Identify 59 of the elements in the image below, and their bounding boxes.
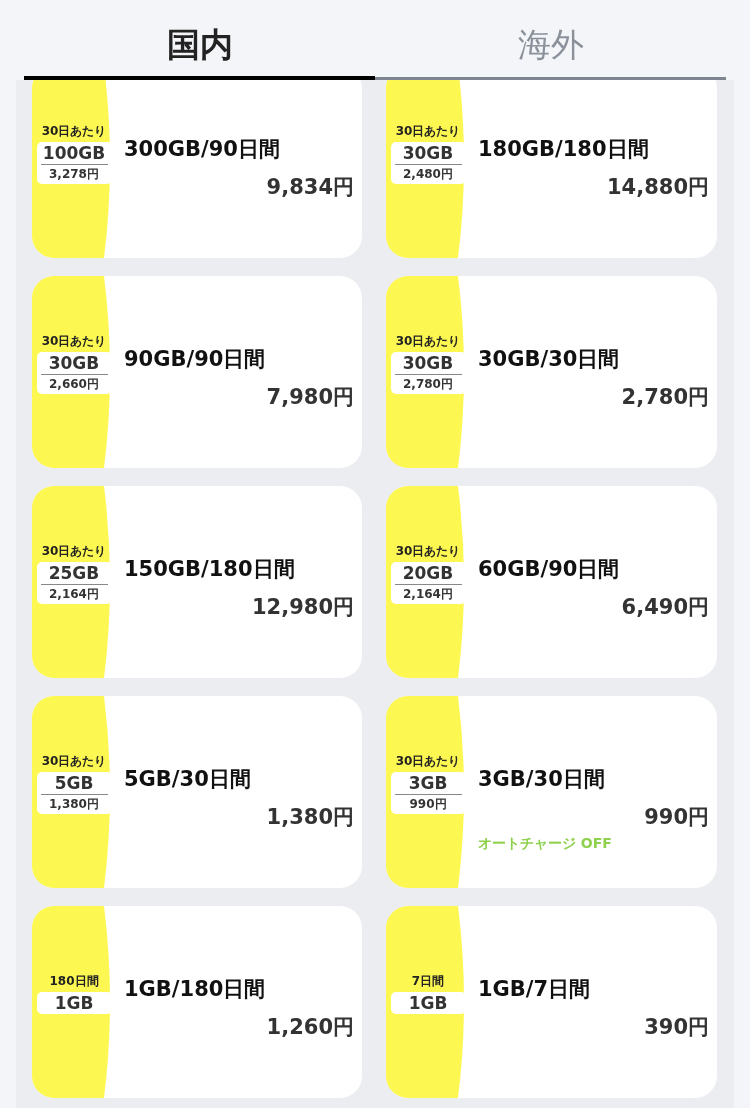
unit-price: 2,164円 [394, 583, 462, 603]
period-label: 30日あたり [41, 543, 107, 561]
unit-price: 2,660円 [40, 373, 108, 393]
period-label: 30日あたり [41, 753, 107, 771]
unit-price: 2,164円 [40, 583, 108, 603]
plan-price: 2,780円 [620, 383, 709, 411]
data-amount: 1GB [407, 992, 449, 1014]
plan-card[interactable]: 30日あたり 25GB 2,164円 150GB/180日間 12,980円 [32, 486, 362, 678]
data-amount: 30GB [401, 143, 455, 164]
period-label: 7日間 [411, 972, 445, 990]
plan-title: 5GB/30日間 [124, 766, 252, 793]
plan-card[interactable]: 30日あたり 30GB 2,660円 90GB/90日間 7,980円 [32, 276, 362, 468]
plan-title: 1GB/180日間 [124, 976, 267, 1003]
period-label: 30日あたり [41, 123, 107, 141]
data-amount: 3GB [407, 773, 449, 794]
plan-title: 150GB/180日間 [124, 556, 296, 583]
plan-card[interactable]: 7日間 1GB 1GB/7日間 390円 [386, 906, 717, 1098]
plan-title: 1GB/7日間 [478, 976, 592, 1003]
data-amount: 100GB [41, 143, 107, 164]
plan-price: 1,380円 [265, 803, 354, 831]
plan-title: 3GB/30日間 [478, 766, 606, 793]
plan-card[interactable]: 30日あたり 5GB 1,380円 5GB/30日間 1,380円 [32, 696, 362, 888]
plan-price: 9,834円 [265, 173, 354, 201]
plan-title: 60GB/90日間 [478, 556, 621, 583]
plan-title: 300GB/90日間 [124, 136, 281, 163]
plan-title: 30GB/30日間 [478, 346, 621, 373]
plan-price: 14,880円 [605, 173, 709, 201]
plan-price: 1,260円 [265, 1013, 354, 1041]
period-label: 30日あたり [395, 753, 461, 771]
plan-card[interactable]: 30日あたり 20GB 2,164円 60GB/90日間 6,490円 [386, 486, 717, 678]
data-amount: 20GB [401, 563, 455, 584]
data-amount: 30GB [401, 353, 455, 374]
period-label: 30日あたり [41, 333, 107, 351]
period-label: 30日あたり [395, 123, 461, 141]
plan-price: 390円 [643, 1013, 709, 1041]
plan-card[interactable]: 30日あたり 3GB 990円 3GB/30日間 990円 オートチャージ OFF [386, 696, 717, 888]
period-label: 30日あたり [395, 543, 461, 561]
plan-price: 990円 [643, 803, 709, 831]
plan-price: 12,980円 [250, 593, 354, 621]
data-amount: 1GB [53, 992, 95, 1014]
plan-price: 7,980円 [265, 383, 354, 411]
data-amount: 25GB [47, 563, 101, 584]
data-amount: 30GB [47, 353, 101, 374]
period-label: 180日間 [49, 972, 99, 990]
plan-card[interactable]: 30日あたり 30GB 2,780円 30GB/30日間 2,780円 [386, 276, 717, 468]
unit-price: 3,278円 [40, 163, 108, 183]
period-label: 30日あたり [395, 333, 461, 351]
unit-price: 2,480円 [394, 163, 462, 183]
plan-card[interactable]: 30日あたり 30GB 2,480円 180GB/180日間 14,880円 [386, 80, 717, 258]
unit-price: 1,380円 [40, 793, 108, 813]
auto-charge-note: オートチャージ OFF [478, 834, 613, 853]
plan-card[interactable]: 180日間 1GB 1GB/180日間 1,260円 [32, 906, 362, 1098]
unit-price: 2,780円 [394, 373, 462, 393]
plan-price: 6,490円 [620, 593, 709, 621]
plan-card[interactable]: 30日あたり 100GB 3,278円 300GB/90日間 9,834円 [32, 80, 362, 258]
plan-title: 180GB/180日間 [478, 136, 650, 163]
unit-price: 990円 [394, 793, 462, 813]
data-amount: 5GB [53, 773, 95, 794]
plan-title: 90GB/90日間 [124, 346, 267, 373]
